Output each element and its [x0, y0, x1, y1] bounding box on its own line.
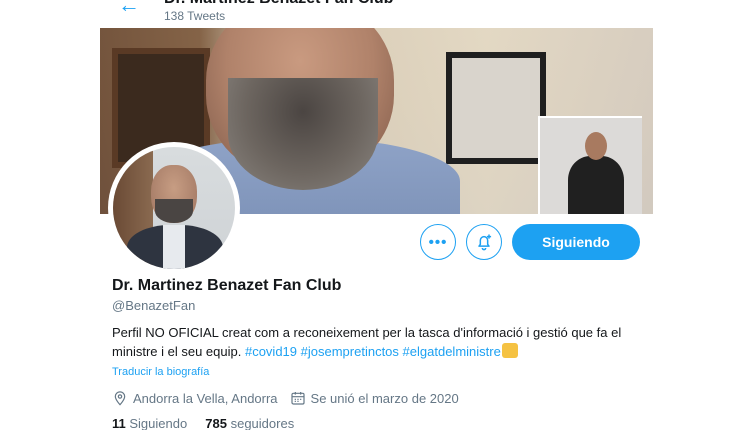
interpreter-head [585, 132, 607, 160]
emoji-icon [501, 343, 518, 358]
banner-picture-frame [446, 52, 546, 164]
profile-header-bar: ← Dr. Martinez Benazet Fan Club 138 Twee… [100, 0, 653, 28]
more-button[interactable]: ••• [420, 224, 456, 260]
tweet-count: 138 Tweets [164, 9, 226, 23]
following-label: Siguiendo [129, 416, 188, 430]
notifications-button[interactable] [466, 224, 502, 260]
banner-person-beard [228, 78, 378, 190]
location-pin-icon [114, 391, 126, 406]
following-stat[interactable]: 11 Siguiendo [112, 416, 187, 430]
profile-name: Dr. Martinez Benazet Fan Club [112, 277, 342, 294]
profile-location: Andorra la Vella, Andorra [133, 390, 278, 406]
translate-bio-link[interactable]: Traducir la biografía [112, 366, 209, 378]
avatar[interactable] [113, 147, 235, 269]
profile-join-date: Se unió el marzo de 2020 [310, 390, 459, 406]
profile-meta: Andorra la Vella, Andorra Se unió el mar… [112, 390, 459, 406]
profile-stats: 11 Siguiendo 785 seguidores [112, 416, 294, 430]
sign-language-interpreter-inset [538, 116, 642, 214]
followers-stat[interactable]: 785 seguidores [205, 416, 294, 430]
followers-label: seguidores [230, 416, 295, 430]
header-title: Dr. Martinez Benazet Fan Club [164, 0, 393, 8]
interpreter-body [568, 156, 624, 214]
hashtag-link[interactable]: #covid19 [245, 344, 297, 359]
followers-count: 785 [205, 416, 227, 430]
avatar-shirt [163, 225, 185, 269]
bell-plus-icon [478, 234, 492, 251]
following-count: 11 [112, 416, 126, 430]
hashtag-link[interactable]: #elgatdelministre [403, 344, 501, 359]
more-icon: ••• [428, 233, 448, 251]
calendar-icon [290, 392, 305, 405]
following-button[interactable]: Siguiendo [512, 224, 640, 260]
profile-bio: Perfil NO OFICIAL creat com a reconeixem… [112, 323, 652, 361]
avatar-beard [155, 199, 193, 223]
profile-handle: @BenazetFan [112, 298, 196, 313]
back-arrow-icon[interactable]: ← [118, 0, 140, 16]
hashtag-link[interactable]: #josempretinctos [301, 344, 399, 359]
